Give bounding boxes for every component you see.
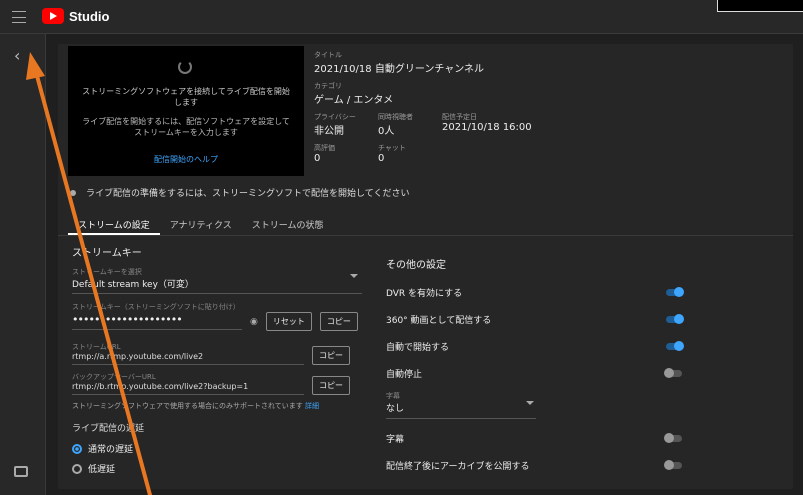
support-note-link[interactable]: 詳細 <box>305 402 319 410</box>
setting-row: DVR を有効にする <box>386 279 686 306</box>
support-note: ストリーミングソフトウェアで使用する場合にのみサポートされています 詳細 <box>72 401 362 411</box>
setting-label: 配信終了後にアーカイブを公開する <box>386 462 530 472</box>
main-area: ストリーミングソフトウェアを接続してライブ配信を開始します ライブ配信を開始する… <box>46 34 803 495</box>
setting-row: 360° 動画として配信する <box>386 306 686 333</box>
chat-label: チャット <box>378 144 406 152</box>
feedback-icon[interactable] <box>14 466 28 477</box>
caption-select-value: なし <box>386 404 405 414</box>
other-settings-title: その他の設定 <box>386 260 446 271</box>
notice-text: ライブ配信の準備をするには、ストリーミングソフトで配信を開始してください <box>86 189 410 199</box>
preview-message: ストリーミングソフトウェアを接続してライブ配信を開始します <box>82 87 290 107</box>
tab-analytics[interactable]: アナリティクス <box>160 214 242 235</box>
reset-button[interactable]: リセット <box>265 312 312 331</box>
tab-stream-settings[interactable]: ストリームの設定 <box>68 214 160 235</box>
setting-row: 配信終了後にアーカイブを公開する <box>386 452 686 479</box>
toggle-switch[interactable] <box>664 460 682 470</box>
toggle-switch[interactable] <box>664 433 682 443</box>
live-control-panel: ストリーミングソフトウェアを接続してライブ配信を開始します ライブ配信を開始する… <box>58 44 793 489</box>
privacy-label: プライバシー <box>314 113 356 121</box>
key-select-label: ストリームキーを選択 <box>72 268 142 276</box>
eye-icon[interactable]: ◉ <box>250 317 258 327</box>
info-dot-icon <box>70 189 76 196</box>
setting-row: 自動停止 <box>386 360 686 387</box>
setting-row: 自動で開始する <box>386 333 686 360</box>
stream-url-field[interactable]: ストリームURL rtmp://a.rtmp.youtube.com/live2 <box>72 341 304 365</box>
setting-label: 自動停止 <box>386 370 423 380</box>
tab-bar: ストリームの設定 アナリティクス ストリームの状態 <box>58 214 793 236</box>
stream-key-section: ストリームキー ストリームキーを選択 Default stream key（可変… <box>72 244 362 482</box>
date-label: 配信予定日 <box>442 113 477 121</box>
setting-label: 360° 動画として配信する <box>386 316 492 326</box>
setting-label: 自動で開始する <box>386 343 450 353</box>
likes-label: 高評価 <box>314 144 335 152</box>
stream-notice: ライブ配信の準備をするには、ストリーミングソフトで配信を開始してください <box>70 186 409 199</box>
likes-value: 0 <box>314 153 321 164</box>
stream-url-value: rtmp://a.rtmp.youtube.com/live2 <box>72 352 204 361</box>
latency-option-normal[interactable]: 通常の遅延 <box>72 442 362 455</box>
youtube-logo-icon <box>42 8 64 24</box>
latency-title: ライブ配信の遅延 <box>72 424 145 434</box>
app-title: Studio <box>69 8 110 24</box>
setting-label: DVR を有効にする <box>386 289 463 299</box>
latency-option-label: 通常の遅延 <box>88 445 134 455</box>
preview-submessage: ライブ配信を開始するには、配信ソフトウェアを設定してストリームキーを入力します <box>82 117 290 137</box>
top-bar: Studio <box>0 0 803 34</box>
stream-key-select[interactable]: ストリームキーを選択 Default stream key（可変） <box>72 265 362 294</box>
top-right-box <box>717 0 803 12</box>
tab-stream-health[interactable]: ストリームの状態 <box>242 214 334 235</box>
backup-url-label: バックアップサーバーURL <box>72 373 156 381</box>
stream-details: タイトル 2021/10/18 自動グリーンチャンネル カテゴリ ゲーム / エ… <box>314 50 774 170</box>
support-note-text: ストリーミングソフトウェアで使用する場合にのみサポートされています <box>72 402 303 410</box>
key-select-value: Default stream key（可変） <box>72 280 194 290</box>
latency-option-low[interactable]: 低遅延 <box>72 462 362 475</box>
toggle-switch[interactable] <box>666 287 684 297</box>
viewers-value: 0人 <box>378 126 395 137</box>
setting-label: 字幕 <box>386 435 405 445</box>
latency-option-label: 低遅延 <box>88 465 116 475</box>
toggle-switch[interactable] <box>664 368 682 378</box>
viewers-label: 同時視聴者 <box>378 113 413 121</box>
backup-url-field[interactable]: バックアップサーバーURL rtmp://b.rtmp.youtube.com/… <box>72 371 304 395</box>
key-label: ストリームキー（ストリーミングソフトに貼り付け） <box>72 303 240 311</box>
date-value: 2021/10/18 16:00 <box>442 122 532 133</box>
caption-select[interactable]: 字幕 なし <box>386 389 536 419</box>
toggle-switch[interactable] <box>666 341 684 351</box>
caption-select-label: 字幕 <box>386 392 400 400</box>
dropdown-caret-icon <box>350 274 358 278</box>
dropdown-caret-icon <box>526 401 534 405</box>
help-link[interactable]: 配信開始のヘルプ <box>68 154 304 165</box>
radio-unselected-icon <box>72 463 82 474</box>
left-rail: ‹ <box>0 34 46 495</box>
copy-key-button[interactable]: コピー <box>319 312 358 331</box>
title-label: タイトル <box>314 51 342 59</box>
setting-row: 字幕 <box>386 425 686 452</box>
stream-url-label: ストリームURL <box>72 343 121 351</box>
studio-logo[interactable]: Studio <box>42 8 109 24</box>
radio-selected-icon <box>72 443 82 454</box>
stream-key-field[interactable]: •••••••••••••••••••• <box>72 313 242 330</box>
back-arrow-icon[interactable]: ‹ <box>14 46 20 65</box>
backup-url-value: rtmp://b.rtmp.youtube.com/live2?backup=1 <box>72 382 249 391</box>
stream-key-title: ストリームキー <box>72 248 142 259</box>
other-settings-section: その他の設定 DVR を有効にする 360° 動画として配信する 自動で開始する… <box>386 256 686 479</box>
chat-value: 0 <box>378 153 385 164</box>
copy-url-button[interactable]: コピー <box>312 346 350 365</box>
toggle-switch[interactable] <box>666 314 684 324</box>
menu-icon[interactable] <box>12 11 26 23</box>
category-label: カテゴリ <box>314 82 342 90</box>
category-value: ゲーム / エンタメ <box>314 95 394 106</box>
privacy-value: 非公開 <box>314 126 344 137</box>
loading-spinner-icon <box>178 60 192 74</box>
copy-backup-button[interactable]: コピー <box>312 376 350 395</box>
title-value: 2021/10/18 自動グリーンチャンネル <box>314 64 485 75</box>
stream-preview: ストリーミングソフトウェアを接続してライブ配信を開始します ライブ配信を開始する… <box>68 46 304 176</box>
